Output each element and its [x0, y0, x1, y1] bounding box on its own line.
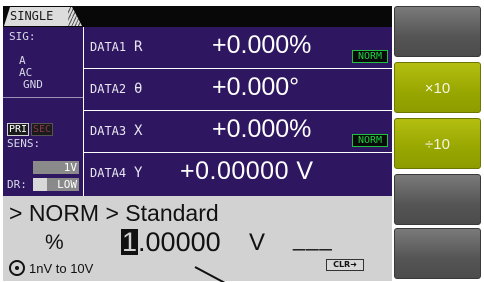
softkey-1[interactable] — [394, 6, 481, 57]
sens-value: 1V — [33, 161, 79, 174]
data-row-name: DATA2 — [90, 82, 127, 96]
entry-value[interactable]: 1.00000 — [121, 227, 221, 258]
range-text: 1nV to 10V — [29, 261, 94, 276]
data-row-3: DATA3 X +0.000% NORM — [84, 111, 392, 152]
status-column: SIG: A AC GND PRI SEC SENS: 1V DR: LOW — [3, 27, 83, 196]
dr-value-text: LOW — [57, 178, 77, 191]
data-row-1: DATA1 R +0.000% NORM — [84, 27, 392, 68]
norm-badge: NORM — [352, 134, 388, 147]
unit-prefix: % — [45, 231, 64, 254]
pri-indicator: PRI — [7, 123, 29, 136]
data-row-value: +0.000% — [212, 31, 312, 59]
entry-value-rest: .00000 — [138, 227, 221, 257]
dr-value: LOW — [33, 178, 79, 191]
data-row-name: DATA3 — [90, 124, 127, 138]
data-row-value: +0.000% — [212, 115, 312, 143]
data-row-symbol: θ — [134, 81, 143, 97]
sig-label: SIG: — [9, 30, 36, 43]
sens-label: SENS: — [7, 137, 41, 150]
data-row-symbol: Y — [134, 165, 143, 181]
entry-panel: > NORM > Standard % 1.00000 V ___ CLR➜ 1… — [3, 196, 392, 282]
softkey-label: ×10 — [424, 80, 451, 97]
softkey-label: ÷10 — [425, 136, 450, 153]
sig-value-gnd: GND — [23, 78, 43, 91]
softkey-4[interactable] — [394, 174, 481, 225]
data-row-name: DATA1 — [90, 40, 127, 54]
data-row-value: +0.00000 V — [180, 157, 314, 185]
cursor-digit: 1 — [121, 227, 139, 257]
slash-mark — [194, 266, 226, 282]
instrument-screen: SINGLE SIG: A AC GND PRI SEC SENS: 1V DR… — [3, 6, 481, 282]
breadcrumb: > NORM > Standard — [9, 200, 219, 226]
top-bar: SINGLE — [3, 6, 392, 27]
data-row-symbol: R — [134, 39, 143, 55]
tab-stripes — [68, 7, 80, 26]
knob-icon — [9, 260, 25, 276]
clr-button[interactable]: CLR➜ — [326, 259, 364, 271]
entry-dashes: ___ — [293, 226, 333, 251]
norm-badge: NORM — [352, 50, 388, 63]
divider — [3, 97, 83, 98]
data-row-name: DATA4 — [90, 166, 127, 180]
dr-label: DR: — [7, 178, 27, 191]
tab-single[interactable]: SINGLE — [4, 7, 82, 26]
tab-single-label: SINGLE — [10, 9, 54, 23]
softkey-5[interactable] — [394, 228, 481, 279]
data-row-value: +0.000° — [212, 73, 300, 101]
data-row-2: DATA2 θ +0.000° — [84, 69, 392, 110]
softkey-divide-10[interactable]: ÷10 — [394, 118, 481, 169]
entry-unit: V — [249, 229, 266, 256]
softkey-times-10[interactable]: ×10 — [394, 62, 481, 113]
data-row-symbol: X — [134, 123, 143, 139]
data-row-4: DATA4 Y +0.00000 V — [84, 153, 392, 196]
sec-indicator: SEC — [31, 123, 53, 136]
